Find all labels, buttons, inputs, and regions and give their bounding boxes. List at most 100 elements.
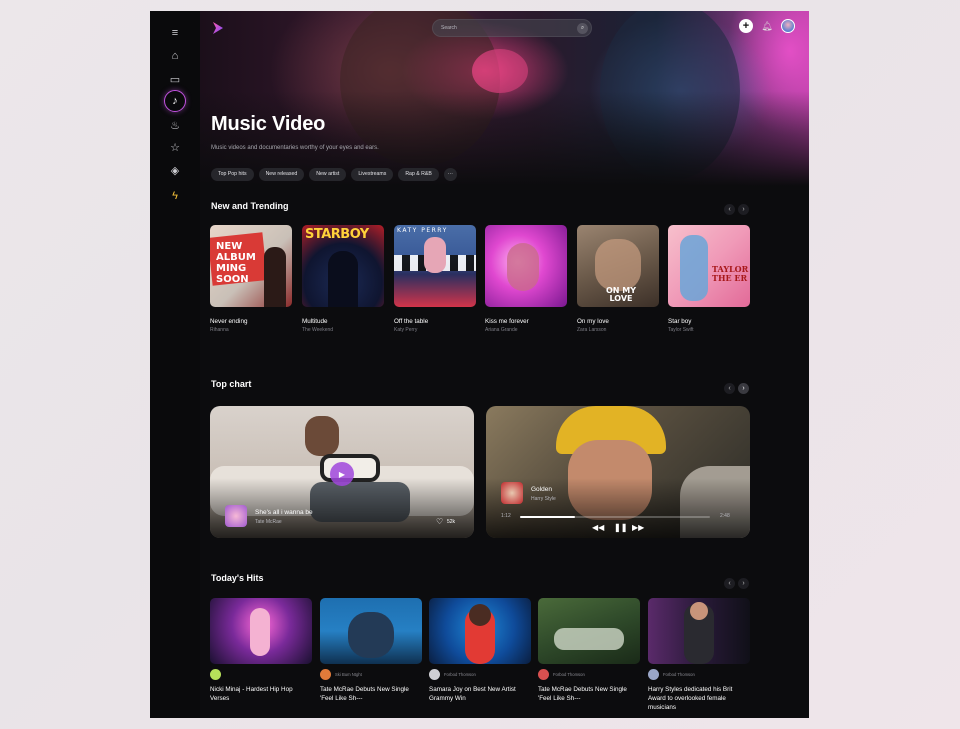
track-artist: Katy Perry bbox=[394, 327, 418, 333]
page-title: Music Video bbox=[211, 113, 326, 135]
hit-thumbnail bbox=[320, 598, 422, 664]
trending-card[interactable]: KATY PERRY Off the table Katy Perry bbox=[394, 225, 476, 333]
album-art: ON MY LOVE bbox=[577, 225, 659, 307]
album-art bbox=[485, 225, 567, 307]
hero-artwork bbox=[340, 11, 740, 181]
source-avatar bbox=[648, 669, 659, 680]
source-avatar bbox=[429, 669, 440, 680]
chip-new-released[interactable]: New released bbox=[258, 168, 305, 181]
source-avatar bbox=[538, 669, 549, 680]
hit-card[interactable]: Nicki Minaj - Hardest Hip Hop Verses bbox=[210, 598, 312, 702]
hit-card[interactable]: Forbod Thomson Samara Joy on Best New Ar… bbox=[429, 598, 531, 702]
track-cover-thumb bbox=[501, 482, 523, 504]
progress-track[interactable] bbox=[520, 516, 710, 518]
avatar[interactable] bbox=[781, 19, 795, 33]
track-artist: Zara Larsson bbox=[577, 327, 607, 333]
fire-icon[interactable]: ♨ bbox=[165, 115, 185, 135]
pause-icon[interactable]: ❚❚ bbox=[614, 523, 627, 532]
time-total: 2:48 bbox=[720, 513, 730, 519]
track-artist: Taylor Swift bbox=[668, 327, 694, 333]
bell-icon[interactable]: 🔔︎ bbox=[761, 19, 773, 33]
home-icon[interactable]: ⌂ bbox=[165, 46, 185, 66]
music-note-icon[interactable]: ♪ bbox=[164, 90, 186, 112]
search-icon[interactable]: ⌕ bbox=[577, 23, 588, 34]
source-avatar bbox=[320, 669, 331, 680]
hit-title: Tate McRae Debuts New Single 'Feel Like … bbox=[538, 686, 627, 702]
album-art: STARBOY bbox=[302, 225, 384, 307]
hit-title: Tate McRae Debuts New Single 'Feel Like … bbox=[320, 686, 409, 702]
section-title-top-chart: Top chart bbox=[211, 379, 252, 389]
next-arrow-icon[interactable]: › bbox=[738, 578, 749, 589]
hits-arrows: ‹ › bbox=[724, 578, 749, 589]
fast-forward-icon[interactable]: ▶▶ bbox=[632, 523, 644, 532]
hero-banner bbox=[200, 11, 809, 186]
hit-title: Nicki Minaj - Hardest Hip Hop Verses bbox=[210, 686, 293, 702]
album-art: NEW ALBUM MING SOON bbox=[210, 225, 292, 307]
tv-icon[interactable]: ▭ bbox=[165, 69, 185, 89]
chip-new-artist[interactable]: New artist bbox=[309, 168, 347, 181]
section-title-trending: New and Trending bbox=[211, 201, 289, 211]
top-chart-arrows: ‹ › bbox=[724, 383, 749, 394]
hit-source bbox=[210, 669, 225, 680]
album-art-text: TAYLOR THE ER bbox=[712, 264, 749, 283]
trending-arrows: ‹ › bbox=[724, 204, 749, 215]
hit-source: Forbod Thomson bbox=[538, 669, 585, 680]
track-title: Multitude bbox=[302, 318, 328, 325]
sidebar: ≡ ⌂ ▭ ♪ ♨ ☆ ◈ ϟ bbox=[150, 11, 200, 718]
album-art-text: KATY PERRY bbox=[397, 227, 448, 234]
chip-top-pop-hits[interactable]: Top Pop hits bbox=[211, 168, 254, 181]
top-chart-card-left[interactable]: ▶ She's all i wanna be Tate McRae ♡ 52k bbox=[210, 406, 474, 538]
hit-title: Harry Styles dedicated his Brit Award to… bbox=[648, 686, 733, 711]
top-chart-card-right[interactable]: Golden Harry Style 1:12 2:48 ◀◀ ❚❚ ▶▶ bbox=[486, 406, 750, 538]
app-window: ≡ ⌂ ▭ ♪ ♨ ☆ ◈ ϟ Search ⌕ + 🔔︎ Music Vide… bbox=[150, 11, 809, 718]
heart-icon[interactable]: ♡ bbox=[436, 517, 443, 526]
category-chips: Top Pop hits New released New artist Liv… bbox=[211, 168, 457, 181]
trending-card[interactable]: STARBOY Multitude The Weekend bbox=[302, 225, 384, 333]
more-chips-button[interactable]: ··· bbox=[443, 168, 457, 181]
source-name: Ski Bum Ntght bbox=[335, 672, 362, 677]
next-arrow-icon[interactable]: › bbox=[738, 204, 749, 215]
section-title-hits: Today's Hits bbox=[211, 573, 264, 583]
track-title: On my love bbox=[577, 318, 609, 325]
hit-card[interactable]: Forbod Thomson Tate McRae Debuts New Sin… bbox=[538, 598, 640, 702]
source-name: Forbod Thomson bbox=[663, 672, 695, 677]
menu-icon[interactable]: ≡ bbox=[165, 23, 185, 43]
trending-card[interactable]: NEW ALBUM MING SOON Never ending Rihanna bbox=[210, 225, 292, 333]
trending-card[interactable]: TAYLOR THE ER Star boy Taylor Swift bbox=[668, 225, 750, 333]
hit-source: Forbod Thomson bbox=[429, 669, 476, 680]
source-avatar bbox=[210, 669, 221, 680]
chip-livestreams[interactable]: Livestreams bbox=[351, 168, 394, 181]
app-logo-icon[interactable] bbox=[211, 21, 225, 35]
hit-thumbnail bbox=[648, 598, 750, 664]
hit-title: Samara Joy on Best New Artist Grammy Win bbox=[429, 686, 516, 702]
chip-rap-rnb[interactable]: Rap & R&B bbox=[398, 168, 439, 181]
prev-arrow-icon[interactable]: ‹ bbox=[724, 578, 735, 589]
prev-arrow-icon[interactable]: ‹ bbox=[724, 204, 735, 215]
time-current: 1:12 bbox=[501, 513, 511, 519]
hit-card[interactable]: Ski Bum Ntght Tate McRae Debuts New Sing… bbox=[320, 598, 422, 702]
hit-thumbnail bbox=[538, 598, 640, 664]
star-icon[interactable]: ☆ bbox=[165, 137, 185, 157]
play-icon[interactable]: ▶ bbox=[330, 462, 354, 486]
track-artist: Rihanna bbox=[210, 327, 229, 333]
next-arrow-icon[interactable]: › bbox=[738, 383, 749, 394]
album-art-text: ON MY LOVE bbox=[605, 286, 637, 303]
trending-card[interactable]: Kiss me forever Ariana Grande bbox=[485, 225, 567, 333]
rewind-icon[interactable]: ◀◀ bbox=[592, 523, 604, 532]
prev-arrow-icon[interactable]: ‹ bbox=[724, 383, 735, 394]
add-icon[interactable]: + bbox=[739, 19, 753, 33]
like-count: 52k bbox=[447, 519, 456, 525]
album-art: TAYLOR THE ER bbox=[668, 225, 750, 307]
hit-card[interactable]: Forbod Thomson Harry Styles dedicated hi… bbox=[648, 598, 750, 711]
search-input[interactable]: Search ⌕ bbox=[432, 19, 592, 37]
top-actions: + 🔔︎ bbox=[739, 19, 795, 33]
layers-icon[interactable]: ◈ bbox=[165, 160, 185, 180]
source-name: Forbod Thomson bbox=[444, 672, 476, 677]
search-placeholder: Search bbox=[441, 25, 457, 31]
album-art-text: STARBOY bbox=[305, 227, 369, 242]
artist-figure bbox=[305, 416, 339, 456]
track-title: Star boy bbox=[668, 318, 692, 325]
bolt-icon[interactable]: ϟ bbox=[165, 186, 185, 206]
hit-source: Forbod Thomson bbox=[648, 669, 695, 680]
trending-card[interactable]: ON MY LOVE On my love Zara Larsson bbox=[577, 225, 659, 333]
